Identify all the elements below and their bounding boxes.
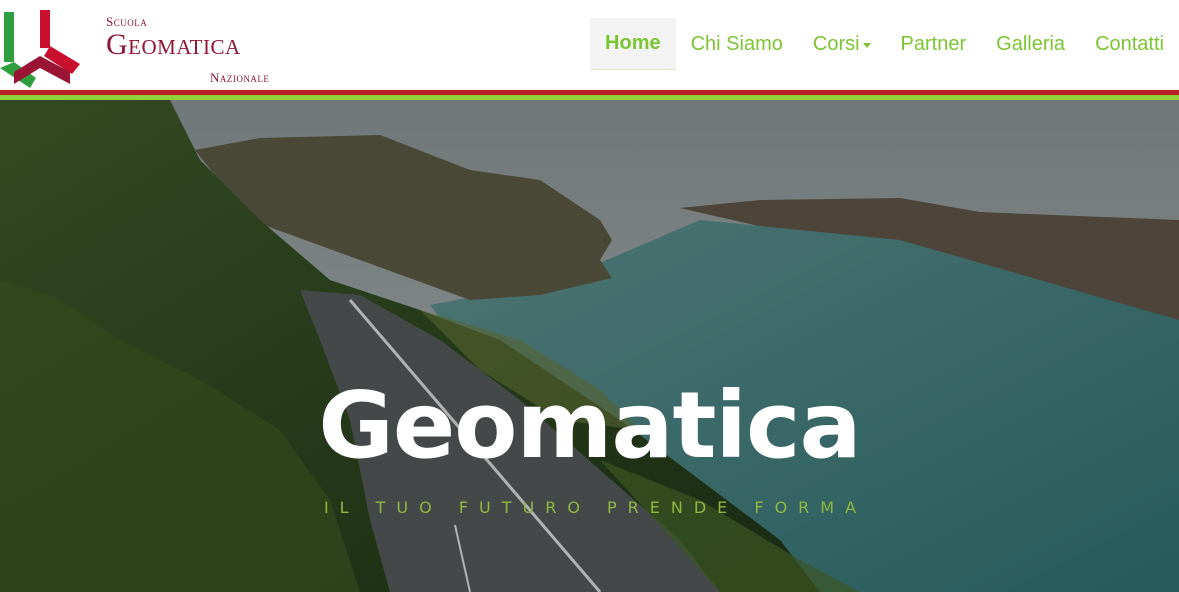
- nav-item-corsi[interactable]: Corsi: [798, 18, 886, 70]
- hero-banner: Geomatica Il tuo futuro prende forma: [0, 100, 1179, 592]
- nav-item-home[interactable]: Home: [590, 18, 676, 70]
- nav-label: Corsi: [812, 32, 860, 55]
- nav-label: Chi Siamo: [690, 32, 783, 55]
- nav-item-galleria[interactable]: Galleria: [981, 18, 1080, 70]
- chevron-down-icon: [862, 43, 871, 48]
- nav-label: Contatti: [1095, 32, 1164, 55]
- logo-line-geomatica: Geomatica: [106, 28, 241, 61]
- site-header: Scuola Geomatica Nazionale Home Chi Siam…: [0, 0, 1179, 90]
- nav-item-contatti[interactable]: Contatti: [1080, 18, 1179, 70]
- nav-label: Galleria: [996, 32, 1066, 55]
- logo-line-nazionale: Nazionale: [210, 70, 270, 85]
- hero-title: Geomatica: [318, 372, 861, 479]
- nav-item-chi-siamo[interactable]: Chi Siamo: [676, 18, 798, 70]
- nav-label: Home: [605, 32, 661, 54]
- nav-item-partner[interactable]: Partner: [886, 18, 982, 70]
- main-nav: Home Chi Siamo Corsi Partner Galleria Co…: [590, 18, 1179, 70]
- hero-overlay: [0, 100, 1179, 592]
- hero-subtitle: Il tuo futuro prende forma: [323, 498, 868, 517]
- logo-mark-icon: [0, 10, 80, 88]
- site-logo[interactable]: Scuola Geomatica Nazionale: [0, 4, 290, 88]
- nav-label: Partner: [900, 32, 967, 55]
